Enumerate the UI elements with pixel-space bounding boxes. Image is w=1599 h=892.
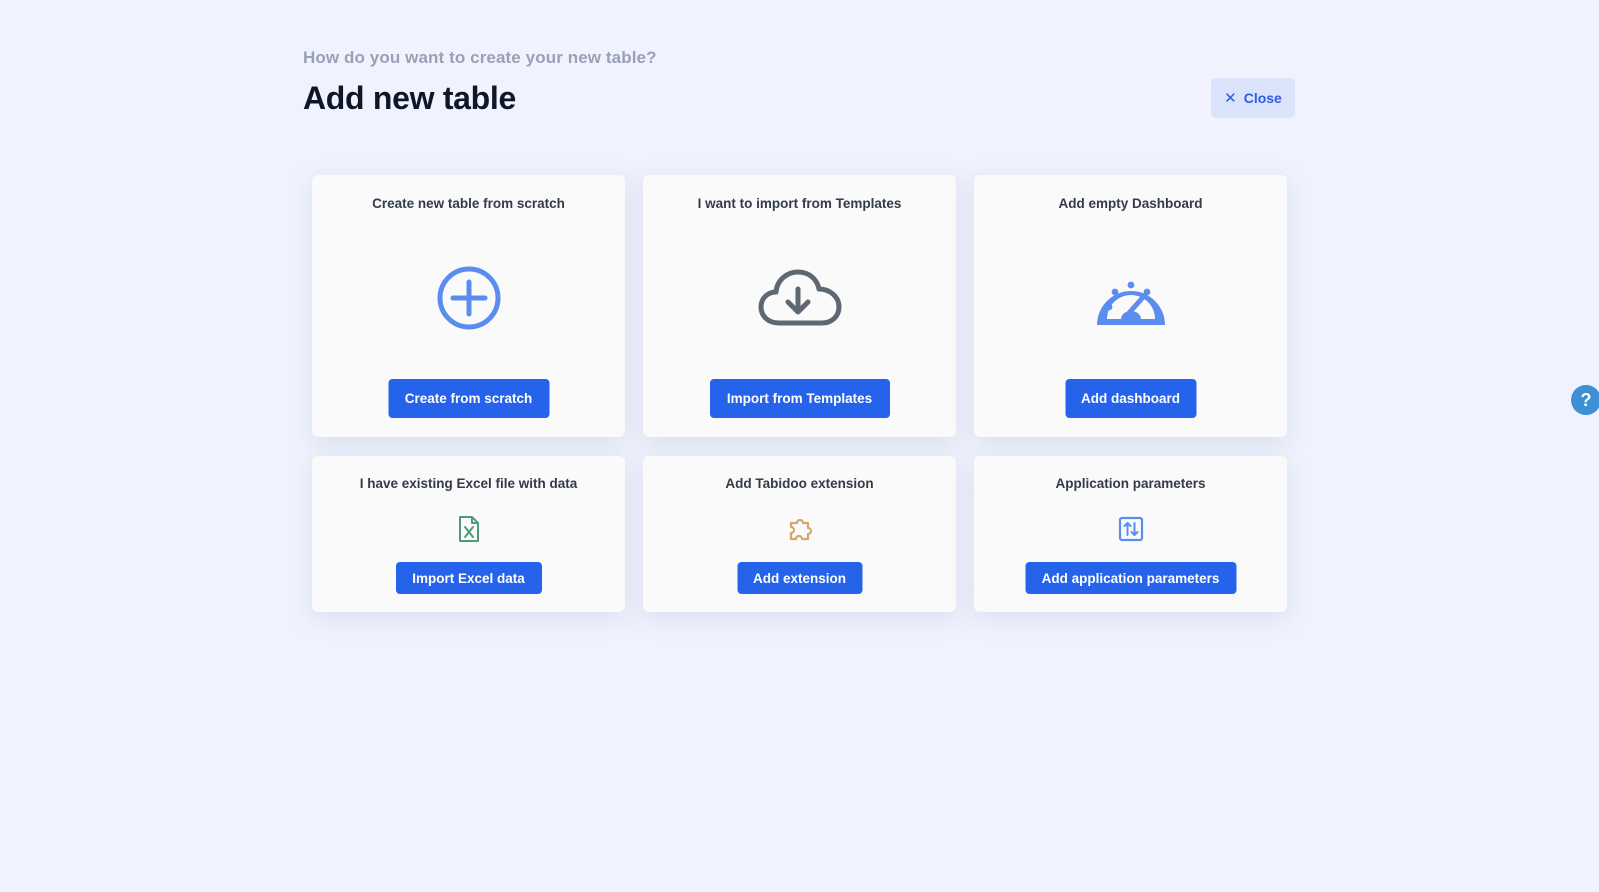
card-application-parameters: Application parameters Add application p… [974, 456, 1287, 612]
close-button-label: Close [1243, 90, 1282, 106]
cloud-download-icon [757, 267, 843, 329]
card-title: Create new table from scratch [372, 196, 565, 211]
close-icon: ✕ [1224, 89, 1237, 107]
page-subtitle: How do you want to create your new table… [303, 48, 657, 67]
page-title: Add new table [303, 80, 517, 116]
help-icon[interactable]: ? [1571, 385, 1599, 415]
add-dashboard-button[interactable]: Add dashboard [1065, 379, 1196, 418]
card-title: I have existing Excel file with data [359, 476, 578, 491]
excel-file-icon [458, 515, 480, 543]
parameters-icon [1118, 516, 1144, 542]
card-title: Add Tabidoo extension [725, 476, 874, 491]
puzzle-icon [784, 515, 816, 543]
card-import-excel: I have existing Excel file with data Imp… [312, 456, 625, 612]
plus-circle-icon [436, 265, 502, 331]
card-add-dashboard: Add empty Dashboard Add dashboard [974, 175, 1287, 437]
gauge-icon [1093, 267, 1169, 329]
import-excel-data-button[interactable]: Import Excel data [395, 562, 542, 594]
add-application-parameters-button[interactable]: Add application parameters [1025, 562, 1236, 594]
card-title: I want to import from Templates [697, 196, 902, 211]
import-from-templates-button[interactable]: Import from Templates [709, 379, 890, 418]
create-from-scratch-button[interactable]: Create from scratch [388, 379, 549, 418]
card-add-extension: Add Tabidoo extension Add extension [643, 456, 956, 612]
card-title: Application parameters [1055, 476, 1206, 491]
card-title: Add empty Dashboard [1058, 196, 1203, 211]
card-create-from-scratch: Create new table from scratch Create fro… [312, 175, 625, 437]
add-extension-button[interactable]: Add extension [737, 562, 862, 594]
close-button[interactable]: ✕ Close [1211, 78, 1295, 118]
card-import-templates: I want to import from Templates Import f… [643, 175, 956, 437]
